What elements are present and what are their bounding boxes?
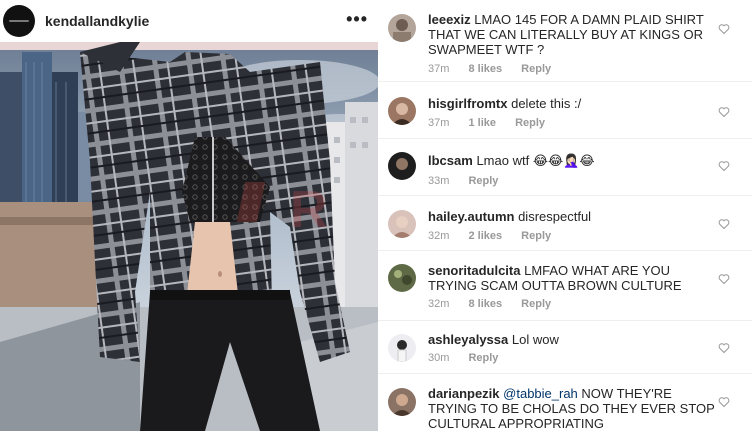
comment-message: Lol wow [511,332,559,347]
commenter-avatar[interactable] [388,97,416,125]
post-panel: kendallandkylie ••• R [0,0,378,431]
comments-panel: leeexiz LMAO 145 FOR A DAMN PLAID SHIRT … [378,0,752,431]
comment-text: lbcsam Lmao wtf 😂😂🤦🏻‍♀️😂 [428,153,718,169]
comment-text: ashleyalyssa Lol wow [428,332,718,347]
like-heart-icon[interactable] [718,342,730,354]
comment-meta: 33m Reply [428,175,514,187]
comment-likes[interactable]: 8 likes [468,298,502,310]
comment-username[interactable]: hisgirlfromtx [428,96,507,111]
comment-meta: 32m 2 likes Reply [428,230,567,242]
post-username[interactable]: kendallandkylie [45,13,149,29]
comment-time: 32m [428,230,450,242]
comment-emoji: 😂😂🤦🏻‍♀️😂 [532,154,595,169]
comment-mention-link[interactable]: @tabbie_rah [503,386,578,401]
commenter-avatar[interactable] [388,14,416,42]
comment-message: disrespectful [518,209,592,224]
like-heart-icon[interactable] [718,160,730,172]
comment-text: darianpezik @tabbie_rah NOW THEY'RE TRYI… [428,386,718,431]
comment-username[interactable]: darianpezik [428,386,500,401]
post-header: kendallandkylie ••• [0,0,378,42]
commenter-avatar[interactable] [388,210,416,238]
comment-meta: 37m 1 like Reply [428,117,561,129]
comment-meta: 30m Reply [428,352,514,364]
comment-item: lbcsam Lmao wtf 😂😂🤦🏻‍♀️😂 33m Reply [378,139,752,196]
comment-username[interactable]: leeexiz [428,12,471,27]
comment-item: ashleyalyssa Lol wow 30m Reply [378,321,752,374]
reply-button[interactable]: Reply [521,230,551,242]
commenter-avatar[interactable] [388,388,416,416]
comment-message: delete this :/ [511,96,582,111]
post-photo[interactable]: R [0,42,378,431]
comment-item: hailey.autumn disrespectful 32m 2 likes … [378,196,752,251]
comment-likes[interactable]: 2 likes [468,230,502,242]
comment-username[interactable]: lbcsam [428,153,473,168]
reply-button[interactable]: Reply [468,175,498,187]
comment-text: leeexiz LMAO 145 FOR A DAMN PLAID SHIRT … [428,12,718,57]
like-heart-icon[interactable] [718,23,730,35]
comment-message: Lmao wtf [476,153,530,168]
reply-button[interactable]: Reply [521,298,551,310]
comment-item: darianpezik @tabbie_rah NOW THEY'RE TRYI… [378,374,752,431]
comment-item: senoritadulcita LMFAO WHAT ARE YOU TRYIN… [378,251,752,321]
account-avatar[interactable] [3,5,35,37]
comment-time: 37m [428,117,450,129]
comment-meta: 32m 8 likes Reply [428,298,567,310]
reply-button[interactable]: Reply [468,352,498,364]
comment-username[interactable]: ashleyalyssa [428,332,508,347]
like-heart-icon[interactable] [718,396,730,408]
comment-time: 32m [428,298,450,310]
commenter-avatar[interactable] [388,264,416,292]
like-heart-icon[interactable] [718,273,730,285]
more-dots-icon[interactable]: ••• [346,9,368,30]
commenter-avatar[interactable] [388,152,416,180]
watermark-r: R [290,181,328,239]
reply-button[interactable]: Reply [521,63,551,75]
comment-likes[interactable]: 8 likes [468,63,502,75]
comment-text: senoritadulcita LMFAO WHAT ARE YOU TRYIN… [428,263,718,293]
comment-meta: 37m 8 likes Reply [428,63,567,75]
comment-username[interactable]: hailey.autumn [428,209,514,224]
comment-item: hisgirlfromtx delete this :/ 37m 1 like … [378,82,752,139]
reply-button[interactable]: Reply [515,117,545,129]
comment-time: 30m [428,352,450,364]
like-heart-icon[interactable] [718,218,730,230]
comment-time: 33m [428,175,450,187]
comment-text: hailey.autumn disrespectful [428,209,718,224]
comment-username[interactable]: senoritadulcita [428,263,520,278]
like-heart-icon[interactable] [718,106,730,118]
comment-time: 37m [428,63,450,75]
comment-text: hisgirlfromtx delete this :/ [428,96,718,111]
avatar-logo-mark [9,20,29,22]
comment-item: leeexiz LMAO 145 FOR A DAMN PLAID SHIRT … [378,0,752,82]
comment-likes[interactable]: 1 like [468,117,496,129]
commenter-avatar[interactable] [388,334,416,362]
